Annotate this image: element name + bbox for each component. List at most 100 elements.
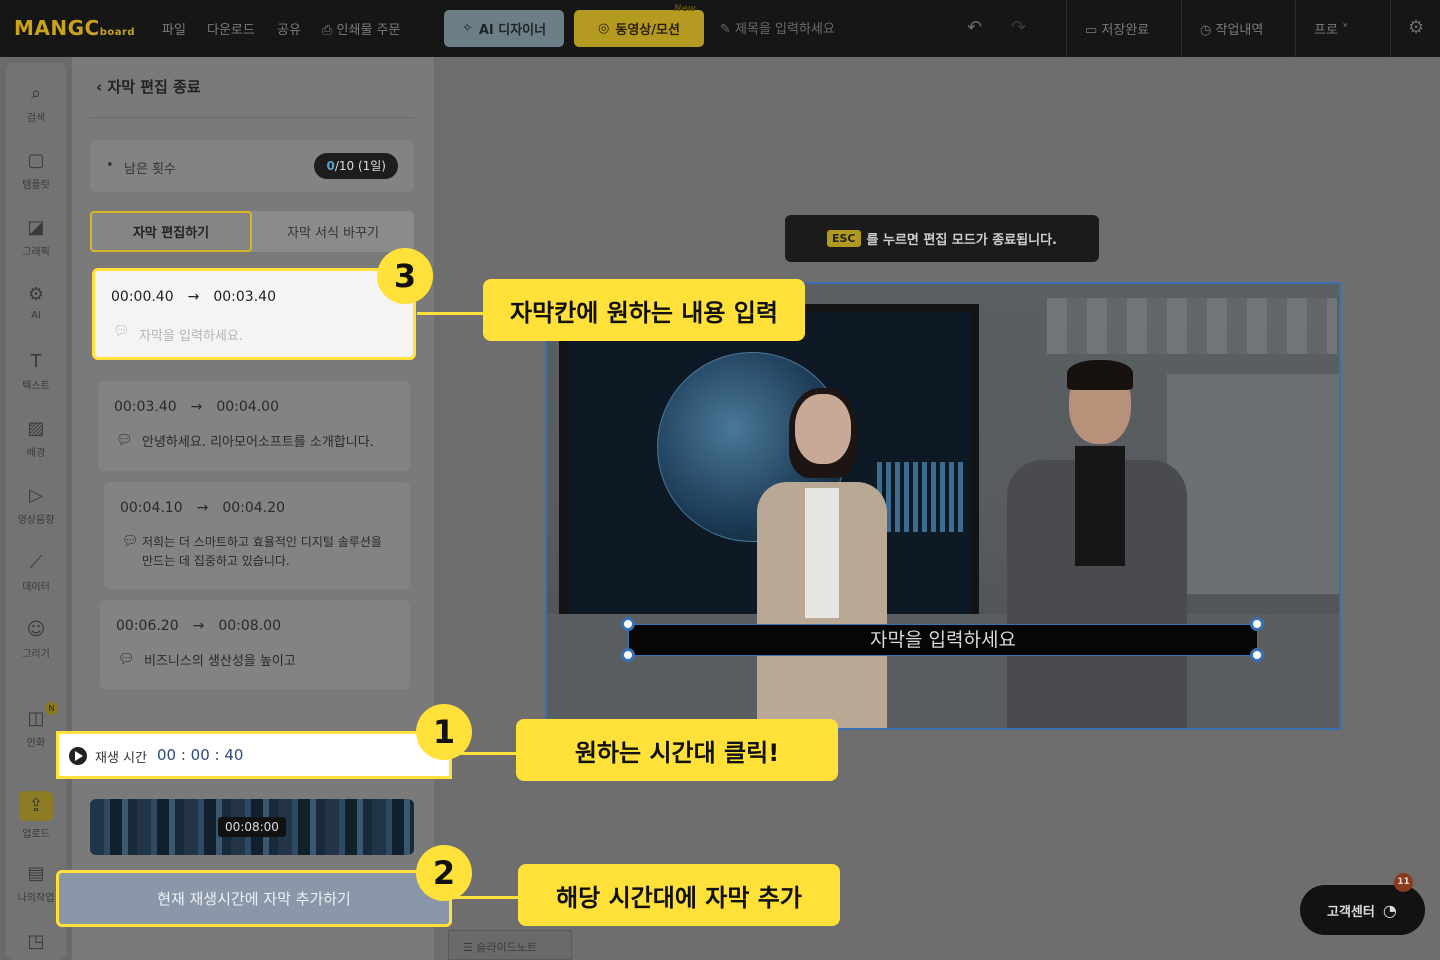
- subtitle-times: 00:04.10 → 00:04.20: [120, 500, 285, 516]
- playtime-bar[interactable]: 재생 시간 00 : 00 : 40: [56, 731, 452, 779]
- menu-download[interactable]: 다운로드: [207, 19, 255, 38]
- video-frame[interactable]: [545, 282, 1341, 730]
- profile-menu[interactable]: 프로 ˅: [1314, 19, 1349, 38]
- chevron-left-icon: ‹: [96, 78, 108, 96]
- play-icon[interactable]: [69, 747, 87, 765]
- customer-center-label: 고객센터: [1327, 904, 1375, 920]
- speech-bubble-icon: 💬︎: [122, 534, 139, 549]
- ai-designer-button[interactable]: ✧ AI 디자이너: [444, 10, 564, 47]
- resize-handle[interactable]: [1250, 648, 1264, 662]
- subtitle-card[interactable]: 00:03.40 → 00:04.00 💬︎ 안녕하세요. 리아모어소프트를 소개합…: [98, 381, 410, 471]
- ai-designer-label: AI 디자이너: [478, 23, 547, 38]
- turtleneck: [1075, 446, 1125, 566]
- step-3-callout: 자막칸에 원하는 내용 입력: [483, 279, 805, 341]
- tab-subtitle-style[interactable]: 자막 서식 바꾸기: [252, 211, 414, 252]
- save-status[interactable]: ▭ 저장완료: [1085, 19, 1149, 38]
- presenter-man: [1007, 360, 1187, 728]
- start-time: 00:06.20: [116, 618, 179, 634]
- history-button[interactable]: ◷ 작업내역: [1200, 19, 1263, 38]
- nav-more[interactable]: ◳: [6, 931, 66, 953]
- head: [795, 394, 851, 464]
- video-timeline[interactable]: 00:08:00: [90, 799, 414, 855]
- subtitle-text[interactable]: 저희는 더 스마트하고 효율적인 디지털 솔루션을 만드는 데 집중하고 있습니…: [142, 533, 392, 571]
- video-motion-button[interactable]: ◎ 동영상/모션 New: [574, 4, 704, 47]
- logo[interactable]: MANGCboard: [14, 16, 135, 40]
- nav-upload[interactable]: ⇪ 업로드: [6, 791, 66, 840]
- step-1-callout: 원하는 시간대 클릭!: [516, 719, 838, 781]
- chip-icon: ⚙: [27, 284, 45, 305]
- exit-subtitle-edit[interactable]: ‹ 자막 편집 종료: [96, 76, 201, 97]
- subtitle-box[interactable]: 자막을 입력하세요: [628, 624, 1258, 656]
- notification-badge: 11: [1394, 873, 1413, 892]
- nav-label: 영상음향: [17, 515, 55, 526]
- nav-label: 그래픽: [22, 247, 50, 258]
- subtitle-times: 00:03.40 → 00:04.00: [114, 399, 279, 415]
- step-3-badge: 3: [377, 248, 433, 304]
- resize-handle[interactable]: [621, 648, 635, 662]
- subtitle-card[interactable]: 00:06.20 → 00:08.00 💬︎ 비즈니스의 생산성을 높이고: [100, 600, 410, 689]
- undo-icon[interactable]: ↶: [967, 17, 982, 38]
- text-icon: T: [30, 351, 42, 372]
- nav-label: 검색: [26, 113, 46, 124]
- video-motion-label: 동영상/모션: [615, 23, 680, 38]
- edit-icon: ✎: [720, 22, 736, 37]
- remaining-used: 0: [326, 159, 335, 173]
- search-icon: ⌕: [30, 83, 42, 104]
- save-icon: ▭: [1085, 23, 1102, 38]
- nav-media[interactable]: ▷ 영상음향: [6, 485, 66, 526]
- subtitle-card[interactable]: 00:04.10 → 00:04.20 💬︎ 저희는 더 스마트하고 효율적인 디지…: [104, 482, 410, 589]
- template-icon: ▢: [27, 150, 45, 171]
- tab-edit-subtitle[interactable]: 자막 편집하기: [90, 211, 252, 252]
- resize-handle[interactable]: [621, 617, 635, 631]
- subtitle-text[interactable]: 안녕하세요. 리아모어소프트를 소개합니다.: [142, 433, 392, 452]
- shapes-icon: ◪: [27, 217, 45, 238]
- nav-template[interactable]: ▢ 템플릿: [6, 150, 66, 191]
- timeline-time: 00:08:00: [218, 817, 286, 837]
- arrow-right-icon: →: [196, 500, 209, 516]
- nav-search[interactable]: ⌕ 검색: [6, 83, 66, 124]
- nav-label: 그리기: [22, 649, 50, 660]
- note-icon: ☰: [463, 941, 477, 954]
- nav-draw[interactable]: ☺ 그리기: [6, 619, 66, 660]
- office-window: [1167, 374, 1339, 594]
- chevron-down-icon: ˅: [1337, 23, 1349, 38]
- menu-share[interactable]: 공유: [277, 19, 301, 38]
- menu-file[interactable]: 파일: [162, 19, 186, 38]
- ceiling-lights: [1047, 298, 1337, 354]
- menu-print-order[interactable]: ⎙ 인쇄물 주문: [322, 19, 400, 38]
- subtitle-card-active[interactable]: 00:00.40 → 00:03.40 💬︎ 자막을 입력하세요.: [92, 268, 416, 360]
- new-badge: New: [674, 4, 696, 14]
- gear-icon[interactable]: ⚙: [1408, 17, 1424, 38]
- dashboard-bars: [877, 462, 967, 532]
- step-2-badge: 2: [416, 845, 472, 901]
- logo-sub: board: [99, 27, 136, 38]
- remaining-pill: 0/10 (1일): [314, 153, 398, 179]
- redo-icon[interactable]: ↷: [1011, 17, 1026, 38]
- speech-bubble-icon: 💬︎: [113, 324, 130, 339]
- subtitle-input[interactable]: 자막을 입력하세요.: [139, 325, 243, 344]
- save-status-label: 저장완료: [1101, 23, 1150, 38]
- nav-ai[interactable]: ⚙ AI: [6, 284, 66, 321]
- add-subtitle-button[interactable]: 현재 재생시간에 자막 추가하기: [56, 870, 452, 927]
- esc-key: ESC: [827, 230, 861, 247]
- nav-text[interactable]: T 텍스트: [6, 351, 66, 392]
- subtitle-text[interactable]: 비즈니스의 생산성을 높이고: [144, 652, 394, 671]
- top-bar: MANGCboard 파일 다운로드 공유 ⎙ 인쇄물 주문 ✧ AI 디자이너…: [0, 0, 1440, 57]
- history-label: 작업내역: [1215, 23, 1264, 38]
- nav-graphic[interactable]: ◪ 그래픽: [6, 217, 66, 258]
- callout-line: [452, 896, 520, 899]
- slide-note-tab[interactable]: ☰ 슬라이드노트: [448, 930, 572, 960]
- step-2-callout: 해당 시간대에 자막 추가: [518, 864, 840, 926]
- hair: [1067, 360, 1133, 390]
- draw-icon: ☺: [26, 619, 46, 640]
- title-input[interactable]: ✎ 제목을 입력하세요: [720, 18, 835, 37]
- divider: [1295, 0, 1296, 57]
- nav-background[interactable]: ▨ 배경: [6, 418, 66, 459]
- more-icon: ◳: [27, 931, 45, 952]
- nav-label: 배경: [26, 448, 46, 459]
- resize-handle[interactable]: [1250, 617, 1264, 631]
- esc-tooltip: ESC 를 누르면 편집 모드가 종료됩니다.: [785, 215, 1099, 262]
- nav-data[interactable]: ⟋ 데이터: [6, 552, 66, 593]
- chat-icon: ◔: [1382, 900, 1397, 920]
- customer-center-button[interactable]: 고객센터 ◔: [1300, 885, 1425, 935]
